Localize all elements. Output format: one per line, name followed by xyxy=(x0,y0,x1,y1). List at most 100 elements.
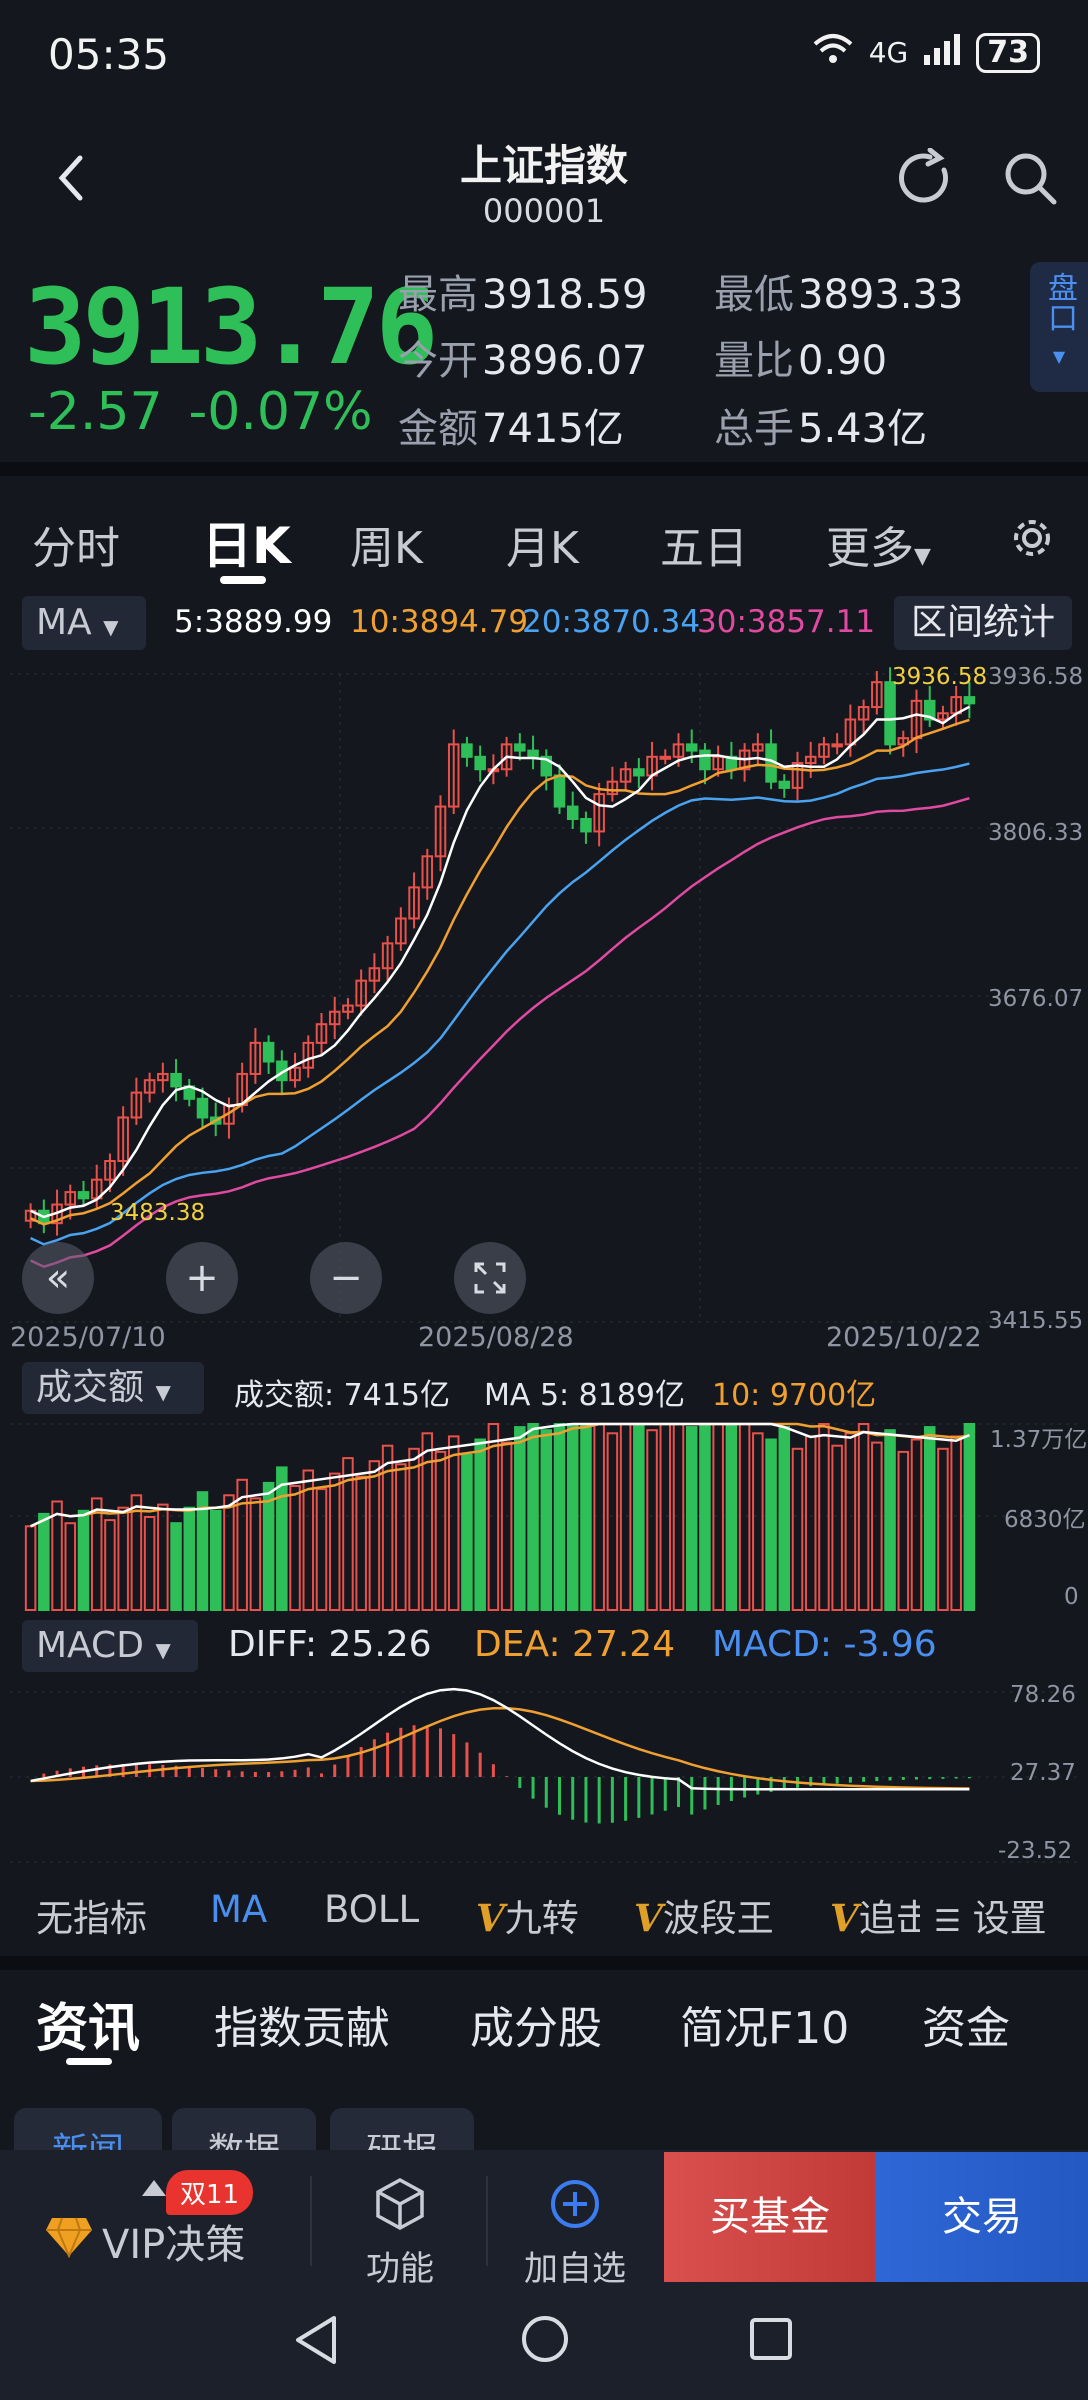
volume-bar xyxy=(606,1432,619,1611)
tab-funds[interactable]: 资金 xyxy=(922,1992,1010,2056)
volume-bar xyxy=(818,1423,830,1611)
signal-icon xyxy=(922,33,962,72)
fullscreen-icon[interactable] xyxy=(454,1242,526,1314)
divider xyxy=(0,462,1088,476)
tab-index-contribution[interactable]: 指数贡献 xyxy=(214,1992,390,2056)
volume-bar xyxy=(355,1475,367,1612)
add-watchlist-button[interactable]: 加自选 xyxy=(520,2176,630,2290)
y-axis-3: 3676.07 xyxy=(988,986,1084,1012)
nav-recents-icon[interactable] xyxy=(748,2316,794,2366)
volume-bar xyxy=(223,1494,235,1611)
price-change: -2.57 -0.07% xyxy=(28,382,399,442)
vip-decision-button[interactable]: VIP决策 xyxy=(44,2212,245,2270)
date-mid: 2025/08/28 xyxy=(418,1322,574,1353)
zoom-in-icon[interactable]: + xyxy=(166,1242,238,1314)
function-button[interactable]: 功能 xyxy=(360,2176,440,2290)
volume-axis-bottom: 0 xyxy=(1064,1584,1079,1610)
tab-components[interactable]: 成分股 xyxy=(470,1992,602,2056)
ma30-value: 30:3857.11 xyxy=(697,604,876,640)
indicator-none[interactable]: 无指标 xyxy=(36,1888,147,1942)
volume-bar xyxy=(699,1423,711,1611)
ma-selector[interactable]: MA ▼ xyxy=(22,596,146,650)
tab-fenshi[interactable]: 分时 xyxy=(32,512,120,576)
interval-stats-button[interactable]: 区间统计 xyxy=(894,596,1072,650)
volume-bar xyxy=(619,1423,632,1611)
period-tabs: 分时 日K 周K 月K 五日 更多▼ xyxy=(0,498,1088,588)
volume-bar xyxy=(910,1438,923,1611)
diamond-icon xyxy=(44,2214,94,2268)
search-icon[interactable] xyxy=(1000,148,1060,212)
candle-body xyxy=(527,749,539,758)
candle-body xyxy=(262,1041,275,1063)
status-bar: 05:35 4G 73 xyxy=(0,0,1088,110)
tab-news[interactable]: 资讯 xyxy=(36,1986,140,2061)
candle-body xyxy=(580,817,592,833)
volume-axis-mid: 6830亿 xyxy=(1004,1507,1086,1533)
tab-five-day[interactable]: 五日 xyxy=(660,512,748,576)
network-label: 4G xyxy=(868,36,909,69)
candle-body xyxy=(474,755,486,771)
divider xyxy=(310,2176,312,2266)
status-icons: 4G 73 xyxy=(811,32,1040,73)
candle-body xyxy=(659,755,672,760)
tab-daily-k[interactable]: 日K xyxy=(202,506,291,578)
volume-bar xyxy=(580,1423,592,1611)
volume-bar xyxy=(752,1432,764,1611)
volume-bar xyxy=(64,1522,77,1611)
macd-axis-bottom: -23.52 xyxy=(998,1838,1073,1864)
candle-body xyxy=(77,1191,90,1200)
nav-home-icon[interactable] xyxy=(520,2314,570,2368)
volume-bar xyxy=(540,1429,553,1612)
candle-body xyxy=(831,743,843,748)
macd-axis-mid: 27.37 xyxy=(1010,1760,1076,1786)
indicator-jiuzhuan[interactable]: V九转 xyxy=(476,1888,579,1942)
high-marker: 3936.58 xyxy=(892,664,988,690)
indicator-boll[interactable]: BOLL xyxy=(324,1888,419,1931)
ma5-line xyxy=(30,705,970,1219)
volume-bar xyxy=(685,1426,698,1611)
volume-axis-top: 1.37万亿 xyxy=(990,1427,1088,1453)
candle-body xyxy=(699,749,711,771)
system-nav-bar xyxy=(0,2290,1088,2400)
trade-button[interactable]: 交易 xyxy=(876,2152,1088,2282)
volume-bar xyxy=(791,1447,804,1611)
volume-bar xyxy=(566,1423,579,1611)
volume-bar xyxy=(937,1447,949,1611)
volume-bar xyxy=(738,1423,751,1611)
tab-more[interactable]: 更多▼ xyxy=(826,512,931,576)
pankou-button[interactable]: 盘口 ▼ xyxy=(1030,262,1088,392)
candle-body xyxy=(514,743,526,752)
tab-f10[interactable]: 简况F10 xyxy=(680,1992,849,2056)
zoom-out-icon[interactable]: − xyxy=(310,1242,382,1314)
indicator-zhuiji[interactable]: V追击 xyxy=(830,1888,920,1942)
scroll-left-icon[interactable]: « xyxy=(22,1242,94,1314)
volume-bar xyxy=(500,1441,513,1611)
indicator-ma[interactable]: MA xyxy=(210,1888,267,1931)
tab-weekly-k[interactable]: 周K xyxy=(350,512,423,576)
volume-bar xyxy=(183,1506,196,1611)
refresh-icon[interactable] xyxy=(896,147,956,212)
volume-chart[interactable] xyxy=(0,1416,1088,1616)
volume-selector[interactable]: 成交额 ▼ xyxy=(22,1362,204,1414)
active-tab-indicator xyxy=(220,576,266,584)
volume-bar xyxy=(553,1423,566,1611)
y-axis-bottom: 3415.55 xyxy=(988,1308,1084,1334)
indicator-settings[interactable]: ☰ 设置 xyxy=(934,1888,1047,1942)
candle-body xyxy=(633,768,645,777)
volume-bar xyxy=(395,1463,407,1611)
volume-bar xyxy=(765,1438,777,1611)
settings-gear-icon[interactable] xyxy=(1010,516,1054,571)
nav-back-icon[interactable] xyxy=(292,2314,340,2370)
volume-bar xyxy=(884,1429,896,1612)
macd-value: MACD: -3.96 xyxy=(712,1624,937,1665)
indicator-boduanwang[interactable]: V波段王 xyxy=(634,1888,774,1942)
macd-axis-top: 78.26 xyxy=(1010,1682,1076,1708)
candle-body xyxy=(566,805,579,820)
volume-bar xyxy=(593,1423,605,1611)
macd-selector[interactable]: MACD ▼ xyxy=(22,1620,198,1672)
tab-monthly-k[interactable]: 月K xyxy=(506,512,579,576)
buy-fund-button[interactable]: 买基金 xyxy=(664,2152,876,2282)
volume-bar xyxy=(315,1488,328,1611)
macd-chart[interactable] xyxy=(0,1672,1088,1872)
kline-chart[interactable] xyxy=(0,656,1088,1356)
